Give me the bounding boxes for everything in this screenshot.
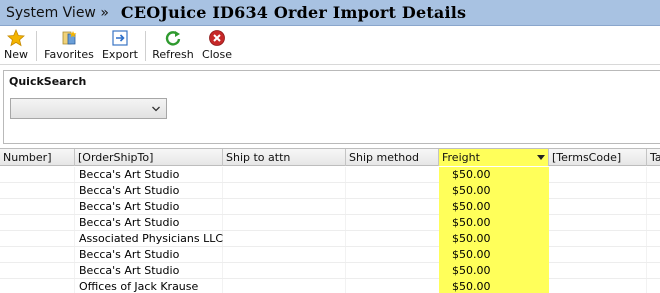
freight-cell: $50.00 [439,199,549,215]
new-button[interactable]: New [2,29,30,63]
refresh-icon [165,31,181,46]
command-bar: New Favorites Export Refresh Close [0,27,660,65]
refresh-button[interactable]: Refresh [151,29,195,63]
column-header-number[interactable]: Number] [0,149,75,166]
export-icon [112,30,128,46]
table-row[interactable]: Associated Physicians LLC $50.00 [0,231,660,247]
ship-to-cell: Becca's Art Studio [79,184,180,197]
table-row[interactable]: Becca's Art Studio $50.00 [0,183,660,199]
toolbar-separator [36,31,37,61]
favorites-icon [62,31,77,45]
column-header-freight-label: Freight [442,151,480,164]
column-header-ordershipto[interactable]: [OrderShipTo] [75,149,223,166]
ship-to-cell: Offices of Jack Krause [79,280,199,293]
ship-to-cell: Associated Physicians LLC [79,232,223,245]
data-grid: Number] [OrderShipTo] Ship to attn Ship … [0,148,660,293]
sort-arrow-icon [537,155,545,160]
new-button-label: New [4,48,28,61]
column-header-ship-method[interactable]: Ship method [346,149,439,166]
page-title: CEOJuice ID634 Order Import Details [120,3,467,22]
table-row[interactable]: Becca's Art Studio $50.00 [0,215,660,231]
favorites-button-label: Favorites [44,48,94,61]
column-header-freight[interactable]: Freight [439,149,549,166]
freight-cell: $50.00 [439,215,549,231]
freight-cell: $50.00 [439,279,549,293]
table-row[interactable]: Becca's Art Studio $50.00 [0,263,660,279]
export-button[interactable]: Export [100,29,140,63]
grid-header: Number] [OrderShipTo] Ship to attn Ship … [0,148,660,166]
column-header-ship-to-attn[interactable]: Ship to attn [223,149,346,166]
table-row[interactable]: Becca's Art Studio $50.00 [0,247,660,263]
ship-to-cell: Becca's Art Studio [79,168,180,181]
toolbar-separator [145,31,146,61]
grid-body: Becca's Art Studio $50.00 Becca's Art St… [0,167,660,293]
chevron-down-icon [152,106,160,112]
freight-cell: $50.00 [439,167,549,183]
freight-cell: $50.00 [439,263,549,279]
table-row[interactable]: Becca's Art Studio $50.00 [0,167,660,183]
table-row[interactable]: Offices of Jack Krause $50.00 [0,279,660,293]
quicksearch-label: QuickSearch [9,75,87,88]
quicksearch-dropdown[interactable] [10,98,167,119]
freight-cell: $50.00 [439,183,549,199]
close-button[interactable]: Close [200,29,234,63]
refresh-button-label: Refresh [152,48,194,61]
favorites-button[interactable]: Favorites [42,29,96,63]
table-row[interactable]: Becca's Art Studio $50.00 [0,199,660,215]
quicksearch-panel: QuickSearch [3,70,660,144]
column-header-termscode[interactable]: [TermsCode] [549,149,647,166]
freight-cell: $50.00 [439,231,549,247]
title-bar: System View » CEOJuice ID634 Order Impor… [0,0,660,26]
export-button-label: Export [101,48,138,61]
close-button-label: Close [202,48,232,61]
star-icon [7,29,25,47]
column-header-ta[interactable]: Ta [647,149,660,166]
ship-to-cell: Becca's Art Studio [79,248,180,261]
ship-to-cell: Becca's Art Studio [79,264,180,277]
freight-cell: $50.00 [439,247,549,263]
ship-to-cell: Becca's Art Studio [79,200,180,213]
close-icon [209,30,225,46]
system-view-breadcrumb[interactable]: System View » [6,5,109,21]
ship-to-cell: Becca's Art Studio [79,216,180,229]
